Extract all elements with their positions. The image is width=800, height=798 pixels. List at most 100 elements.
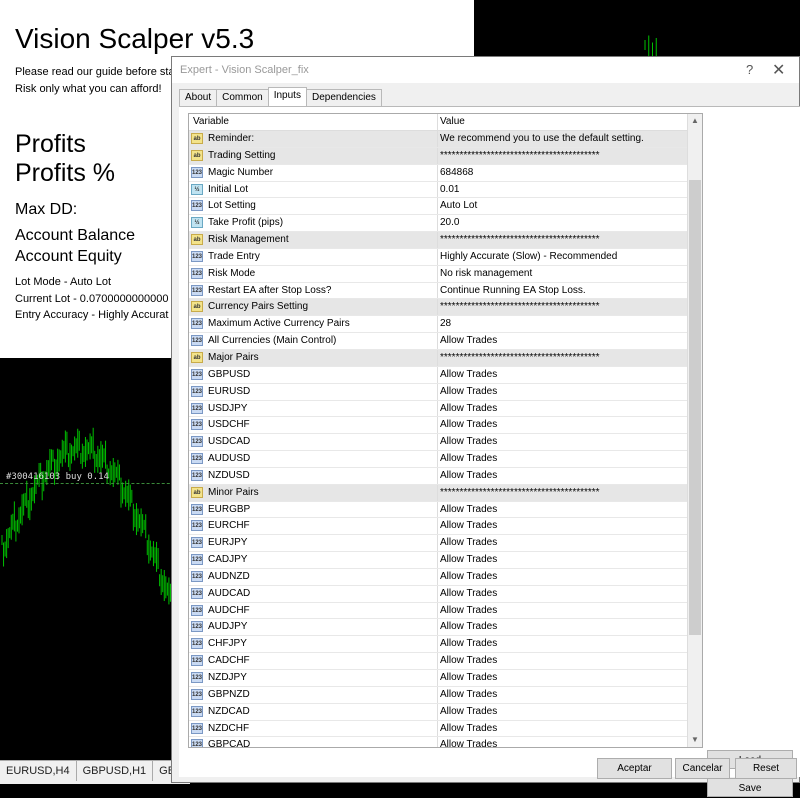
row-value[interactable]: Continue Running EA Stop Loss.: [440, 285, 586, 296]
table-row[interactable]: 123 Maximum Active Currency Pairs 28: [189, 316, 702, 334]
table-row[interactable]: 123 AUDCAD Allow Trades: [189, 585, 702, 603]
row-value[interactable]: Allow Trades: [440, 537, 497, 548]
row-value[interactable]: No risk management: [440, 268, 532, 279]
row-value[interactable]: Allow Trades: [440, 403, 497, 414]
table-row[interactable]: ab Currency Pairs Setting ****************…: [189, 299, 702, 317]
row-value[interactable]: Allow Trades: [440, 419, 497, 430]
table-row[interactable]: ab Major Pairs ***************************…: [189, 349, 702, 367]
table-row[interactable]: ½ Initial Lot 0.01: [189, 181, 702, 199]
table-row[interactable]: 123 AUDJPY Allow Trades: [189, 619, 702, 637]
grid-scrollbar[interactable]: ▲ ▼: [687, 114, 702, 747]
help-icon[interactable]: ?: [746, 62, 753, 77]
row-value[interactable]: ****************************************…: [440, 487, 600, 498]
row-variable: Take Profit (pips): [208, 217, 284, 229]
column-header-variable[interactable]: Variable: [193, 116, 229, 127]
row-value[interactable]: Allow Trades: [440, 655, 497, 666]
table-row[interactable]: ab Minor Pairs ***************************…: [189, 484, 702, 502]
row-value[interactable]: Allow Trades: [440, 638, 497, 649]
ok-button[interactable]: Aceptar: [597, 758, 672, 779]
row-value[interactable]: We recommend you to use the default sett…: [440, 133, 644, 144]
dialog-titlebar[interactable]: Expert - Vision Scalper_fix ? ✕: [172, 57, 799, 83]
row-value[interactable]: Allow Trades: [440, 369, 497, 380]
table-row[interactable]: 123 Lot Setting Auto Lot: [189, 198, 702, 216]
table-row[interactable]: 123 Risk Mode No risk management: [189, 265, 702, 283]
table-row[interactable]: 123 NZDJPY Allow Trades: [189, 670, 702, 687]
row-value[interactable]: 684868: [440, 167, 473, 178]
table-row[interactable]: 123 GBPCAD Allow Trades: [189, 737, 702, 747]
table-row[interactable]: 123 NZDCHF Allow Trades: [189, 720, 702, 738]
table-row[interactable]: 123 AUDCHF Allow Trades: [189, 602, 702, 620]
table-row[interactable]: 123 AUDNZD Allow Trades: [189, 568, 702, 586]
table-row[interactable]: 123 Restart EA after Stop Loss? Continue R…: [189, 282, 702, 300]
reset-button[interactable]: Reset: [735, 758, 797, 779]
row-value[interactable]: Allow Trades: [440, 689, 497, 700]
table-row[interactable]: 123 USDJPY Allow Trades: [189, 400, 702, 418]
column-header-value[interactable]: Value: [440, 116, 465, 127]
row-value[interactable]: Allow Trades: [440, 605, 497, 616]
row-value[interactable]: Allow Trades: [440, 386, 497, 397]
tab-dependencies[interactable]: Dependencies: [305, 89, 382, 106]
row-value[interactable]: Allow Trades: [440, 588, 497, 599]
row-value[interactable]: Allow Trades: [440, 672, 497, 683]
scrollbar-thumb[interactable]: [689, 180, 701, 635]
row-variable: EURUSD: [208, 385, 251, 397]
row-value[interactable]: ****************************************…: [440, 352, 600, 363]
table-row[interactable]: 123 Magic Number 684868: [189, 164, 702, 182]
table-row[interactable]: 123 GBPNZD Allow Trades: [189, 686, 702, 704]
table-row[interactable]: 123 CADJPY Allow Trades: [189, 552, 702, 569]
table-row[interactable]: 123 EURUSD Allow Trades: [189, 383, 702, 401]
table-row[interactable]: 123 NZDCAD Allow Trades: [189, 703, 702, 721]
row-value[interactable]: Allow Trades: [440, 520, 497, 531]
row-value[interactable]: Allow Trades: [440, 706, 497, 717]
row-value[interactable]: 20.0: [440, 217, 459, 228]
table-row[interactable]: ½ Take Profit (pips) 20.0: [189, 215, 702, 233]
row-value[interactable]: Allow Trades: [440, 335, 497, 346]
row-value[interactable]: Allow Trades: [440, 571, 497, 582]
chart-tab-eurusd[interactable]: EURUSD,H4: [0, 761, 77, 781]
table-row[interactable]: 123 EURJPY Allow Trades: [189, 535, 702, 553]
row-value[interactable]: Allow Trades: [440, 470, 497, 481]
table-row[interactable]: 123 CADCHF Allow Trades: [189, 653, 702, 670]
table-row[interactable]: 123 USDCAD Allow Trades: [189, 434, 702, 452]
row-value[interactable]: 28: [440, 318, 451, 329]
integer-type-icon: 123: [191, 284, 203, 296]
row-value[interactable]: Allow Trades: [440, 723, 497, 734]
tab-common[interactable]: Common: [216, 89, 269, 106]
row-value[interactable]: Allow Trades: [440, 554, 497, 565]
row-value[interactable]: ****************************************…: [440, 150, 600, 161]
table-row[interactable]: 123 AUDUSD Allow Trades: [189, 451, 702, 468]
cancel-button[interactable]: Cancelar: [675, 758, 730, 779]
close-icon[interactable]: ✕: [772, 60, 785, 80]
integer-type-icon: 123: [191, 739, 203, 747]
row-value[interactable]: Allow Trades: [440, 436, 497, 447]
row-value[interactable]: ****************************************…: [440, 234, 600, 245]
scroll-up-icon[interactable]: ▲: [688, 114, 702, 128]
row-value[interactable]: Auto Lot: [440, 200, 477, 211]
row-value[interactable]: Highly Accurate (Slow) - Recommended: [440, 251, 617, 262]
table-row[interactable]: 123 USDCHF Allow Trades: [189, 417, 702, 435]
table-row[interactable]: 123 EURCHF Allow Trades: [189, 518, 702, 536]
row-value[interactable]: 0.01: [440, 184, 459, 195]
row-value[interactable]: Allow Trades: [440, 739, 497, 747]
table-row[interactable]: 123 NZDUSD Allow Trades: [189, 467, 702, 485]
row-value[interactable]: Allow Trades: [440, 453, 497, 464]
table-row[interactable]: 123 All Currencies (Main Control) Allow Tr…: [189, 333, 702, 350]
table-row[interactable]: 123 Trade Entry Highly Accurate (Slow) - R…: [189, 248, 702, 266]
row-value[interactable]: Allow Trades: [440, 504, 497, 515]
row-value[interactable]: ****************************************…: [440, 301, 600, 312]
table-row[interactable]: 123 GBPUSD Allow Trades: [189, 366, 702, 384]
table-row[interactable]: ab Reminder: We recommend you to use the d…: [189, 131, 702, 148]
panel-max-dd: Max DD:: [15, 201, 78, 218]
tab-about[interactable]: About: [179, 89, 218, 106]
tab-inputs[interactable]: Inputs: [267, 87, 307, 106]
table-row[interactable]: 123 EURGBP Allow Trades: [189, 501, 702, 519]
save-button[interactable]: Save: [707, 778, 793, 797]
table-row[interactable]: ab Trading Setting ***********************…: [189, 147, 702, 165]
row-value[interactable]: Allow Trades: [440, 621, 497, 632]
chart-tab-gbpusd[interactable]: GBPUSD,H1: [77, 761, 154, 781]
table-row[interactable]: ab Risk Management ***********************…: [189, 232, 702, 249]
row-variable: CADCHF: [208, 655, 250, 667]
panel-guide-text: Please read our guide before sta: [15, 66, 175, 78]
scroll-down-icon[interactable]: ▼: [688, 733, 702, 747]
table-row[interactable]: 123 CHFJPY Allow Trades: [189, 636, 702, 654]
